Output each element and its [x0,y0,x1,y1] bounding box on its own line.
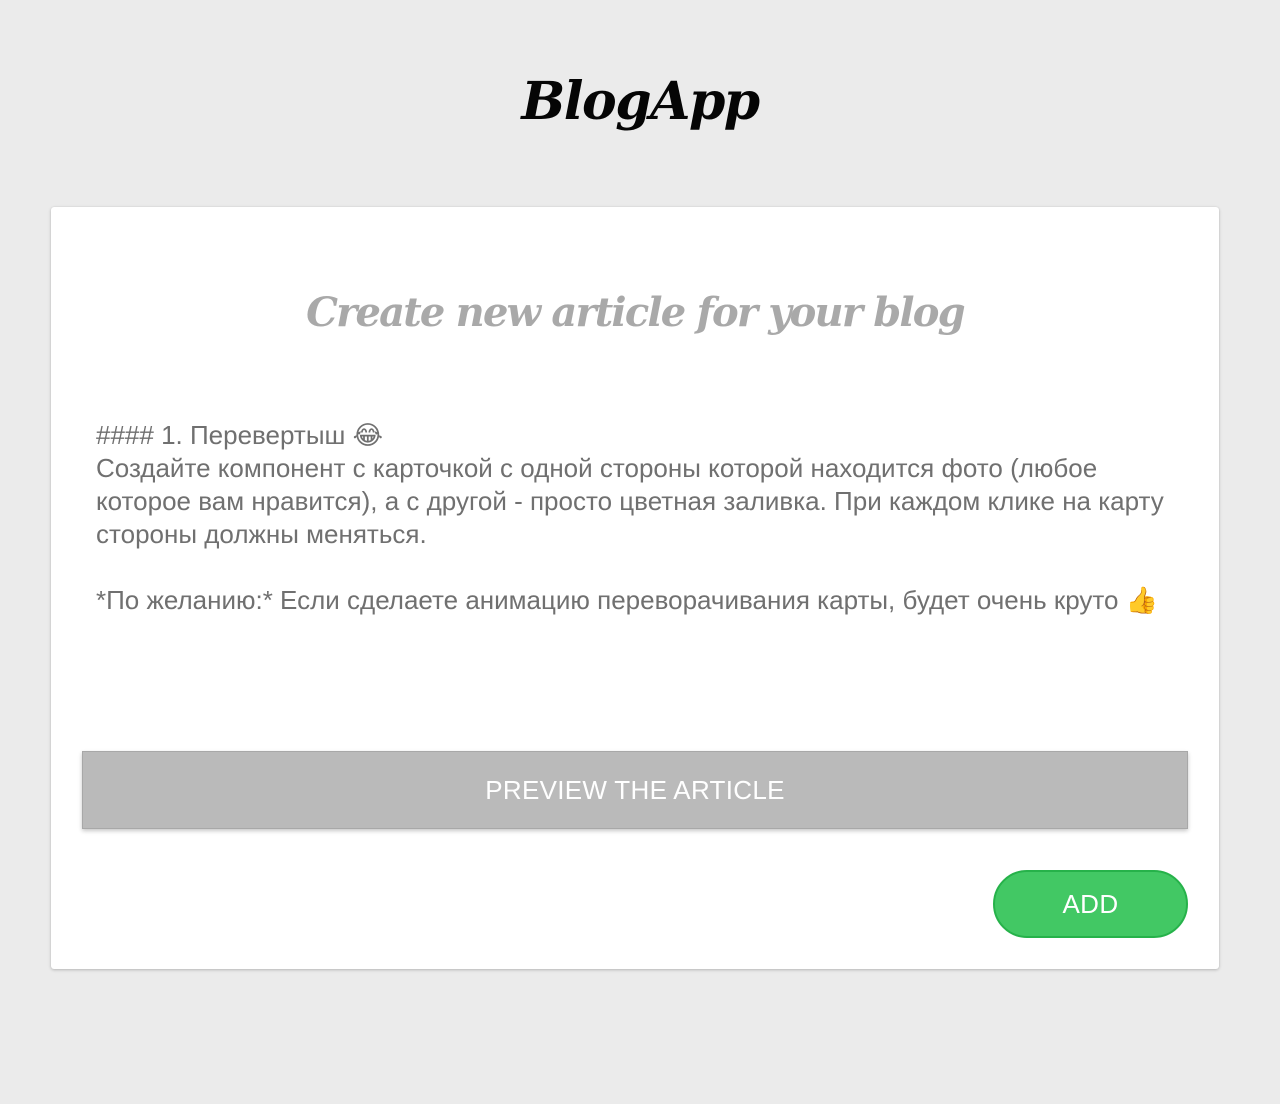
article-text-editor[interactable]: #### 1. Перевертыш 😂 Создайте компонент … [96,419,1196,679]
preview-article-button[interactable]: PREVIEW THE ARTICLE [82,751,1188,829]
new-article-card: Create new article for your blog #### 1.… [51,207,1219,969]
add-button[interactable]: ADD [993,870,1188,938]
card-heading: Create new article for your blog [306,289,966,336]
app-title: BlogApp [521,71,760,132]
